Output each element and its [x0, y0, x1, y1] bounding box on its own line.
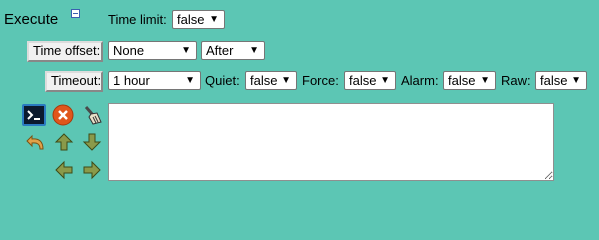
timeout-button[interactable]: Timeout: [45, 71, 103, 92]
section-title: Execute [4, 11, 59, 28]
undo-icon[interactable] [26, 132, 46, 155]
arrow-left-icon[interactable] [54, 160, 74, 183]
force-value: false [349, 73, 377, 88]
time-offset-button[interactable]: Time offset: [27, 41, 103, 62]
alarm-label: Alarm: [401, 73, 439, 88]
dropdown-arrow-icon: ▼ [181, 45, 191, 56]
time-relation-value: After [206, 43, 234, 58]
time-limit-value: false [177, 12, 205, 27]
dropdown-arrow-icon: ▼ [185, 75, 195, 86]
collapse-icon[interactable] [71, 9, 80, 18]
dropdown-arrow-icon: ▼ [571, 75, 581, 86]
arrow-right-icon[interactable] [82, 160, 102, 183]
time-offset-value: None [113, 43, 145, 58]
time-offset-select[interactable]: None ▼ [108, 41, 197, 60]
cancel-icon[interactable] [52, 104, 74, 129]
time-relation-select[interactable]: After ▼ [201, 41, 265, 60]
timeout-value: 1 hour [113, 73, 150, 88]
clear-brush-icon[interactable] [80, 103, 104, 130]
raw-value: false [540, 73, 568, 88]
quiet-value: false [250, 73, 278, 88]
terminal-icon[interactable] [22, 104, 46, 126]
dropdown-arrow-icon: ▼ [480, 75, 490, 86]
alarm-select[interactable]: false ▼ [443, 71, 496, 90]
alarm-value: false [448, 73, 476, 88]
dropdown-arrow-icon: ▼ [209, 14, 219, 25]
dropdown-arrow-icon: ▼ [380, 75, 390, 86]
force-label: Force: [302, 73, 339, 88]
arrow-up-icon[interactable] [54, 132, 74, 155]
dropdown-arrow-icon: ▼ [249, 45, 259, 56]
quiet-select[interactable]: false ▼ [245, 71, 297, 90]
quiet-label: Quiet: [205, 73, 240, 88]
time-limit-label: Time limit: [108, 12, 167, 27]
dropdown-arrow-icon: ▼ [281, 75, 291, 86]
force-select[interactable]: false ▼ [344, 71, 396, 90]
timeout-select[interactable]: 1 hour ▼ [108, 71, 201, 90]
raw-select[interactable]: false ▼ [535, 71, 587, 90]
command-textarea[interactable] [108, 103, 554, 181]
time-limit-select[interactable]: false ▼ [172, 10, 225, 29]
arrow-down-icon[interactable] [82, 132, 102, 155]
raw-label: Raw: [501, 73, 531, 88]
